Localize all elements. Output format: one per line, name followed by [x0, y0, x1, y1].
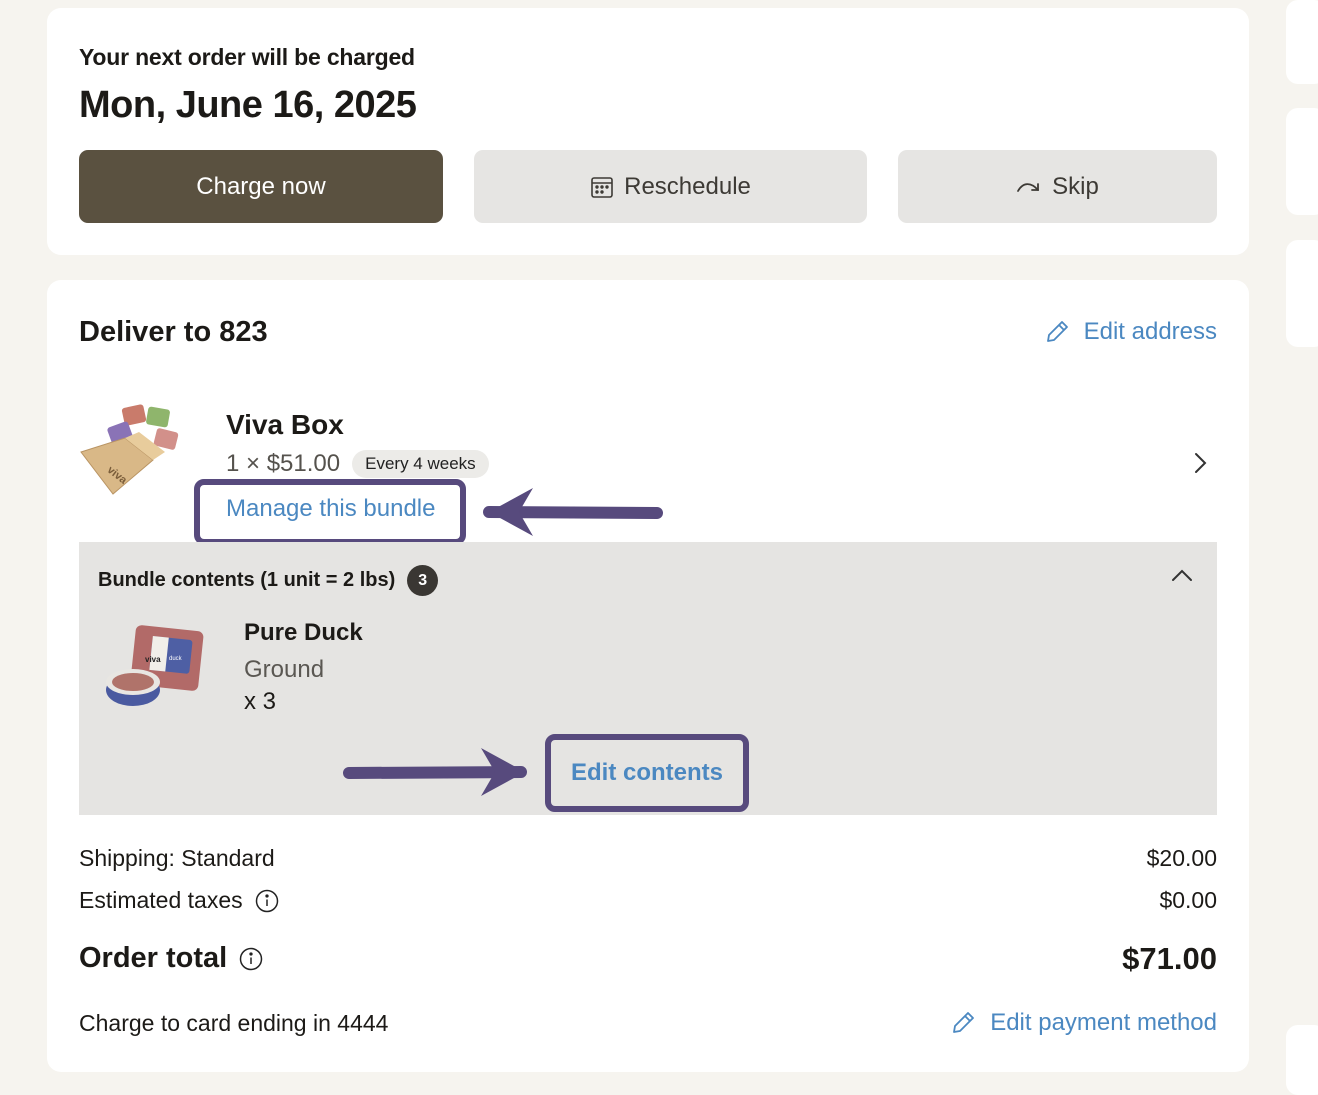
annotation-highlight-box — [194, 479, 466, 545]
edit-address-link[interactable]: Edit address — [1044, 318, 1217, 346]
frequency-badge: Every 4 weeks — [352, 450, 489, 478]
product-title: Viva Box — [226, 409, 344, 440]
next-order-date: Mon, June 16, 2025 — [79, 84, 417, 126]
reschedule-label: Reschedule — [624, 172, 751, 200]
taxes-label: Estimated taxes — [79, 887, 243, 913]
next-charge-card: Your next order will be charged Mon, Jun… — [47, 8, 1249, 255]
edit-address-label: Edit address — [1083, 318, 1217, 345]
chevron-right-icon[interactable] — [1193, 452, 1207, 479]
annotation-highlight-box — [545, 734, 749, 812]
bundle-item-quantity: x 3 — [244, 688, 277, 715]
taxes-row: Estimated taxes — [79, 887, 279, 914]
calendar-icon — [590, 175, 614, 199]
order-details-card: Deliver to 823 Edit address viva Viva Bo… — [47, 280, 1249, 1072]
bundle-count-badge: 3 — [407, 565, 439, 596]
side-panel-card — [1286, 0, 1318, 84]
taxes-value: $0.00 — [1159, 887, 1217, 913]
card-charge-label: Charge to card ending in 4444 — [79, 1010, 389, 1036]
info-icon[interactable] — [255, 889, 279, 913]
annotation-arrow-right — [343, 748, 527, 796]
charge-now-button[interactable]: Charge now — [79, 150, 443, 223]
bundle-item-name: Pure Duck — [244, 619, 363, 646]
charge-now-label: Charge now — [196, 172, 326, 200]
skip-button[interactable]: Skip — [898, 150, 1217, 223]
pure-duck-image: viva duck — [105, 624, 205, 712]
package-label-text: duck — [169, 656, 183, 662]
info-icon[interactable] — [239, 947, 263, 971]
skip-arrow-icon — [1016, 180, 1042, 194]
deliver-to-title: Deliver to 823 — [79, 316, 268, 348]
product-price-row: 1 × $51.00 Every 4 weeks — [226, 450, 489, 478]
order-total-value: $71.00 — [1122, 941, 1217, 976]
edit-payment-link[interactable]: Edit payment method — [950, 1009, 1217, 1037]
chevron-up-icon[interactable] — [1171, 568, 1193, 587]
order-total-row: Order total — [79, 942, 263, 975]
pencil-icon — [953, 1012, 975, 1033]
viva-box-image: viva — [79, 402, 189, 498]
side-panel-card — [1286, 1025, 1318, 1095]
bundle-contents-header[interactable]: Bundle contents (1 unit = 2 lbs) 3 — [98, 565, 439, 596]
product-price: 1 × $51.00 — [226, 450, 341, 477]
shipping-value: $20.00 — [1146, 845, 1217, 871]
side-panel-card — [1286, 240, 1318, 347]
bundle-contents-heading: Bundle contents (1 unit = 2 lbs) — [98, 569, 396, 591]
bundle-contents-panel: Bundle contents (1 unit = 2 lbs) 3 viva … — [79, 542, 1217, 815]
shipping-label: Shipping: Standard — [79, 845, 275, 871]
package-brand-text: viva — [145, 655, 161, 664]
edit-payment-label: Edit payment method — [990, 1009, 1217, 1036]
annotation-arrow-left — [483, 488, 663, 536]
order-total-label: Order total — [79, 942, 228, 974]
bundle-item-variant: Ground — [244, 656, 325, 683]
side-panel-card — [1286, 108, 1318, 215]
skip-label: Skip — [1052, 172, 1099, 200]
next-order-label: Your next order will be charged — [79, 44, 415, 70]
pencil-icon — [1046, 321, 1068, 342]
reschedule-button[interactable]: Reschedule — [474, 150, 867, 223]
